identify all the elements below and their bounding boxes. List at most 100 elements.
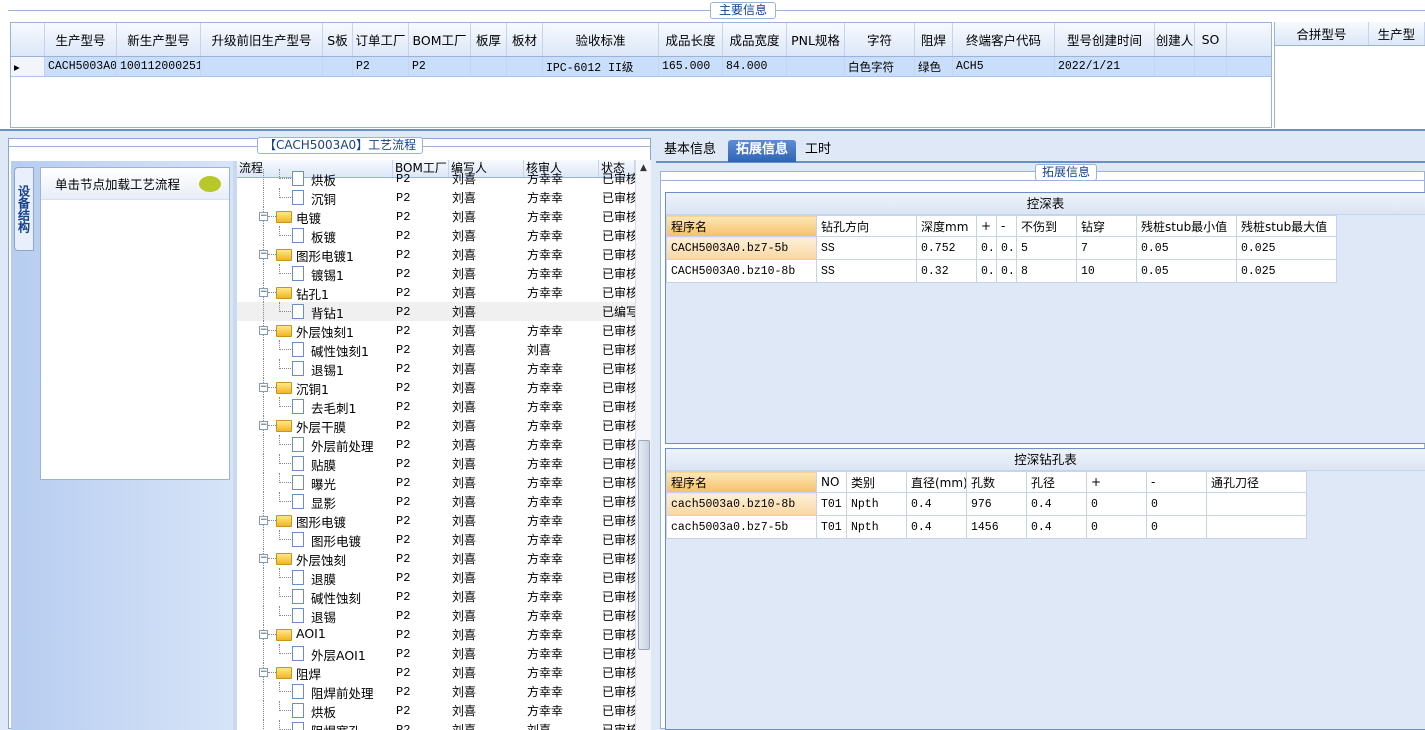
tree-node[interactable]: −图形电镀1 <box>237 245 393 264</box>
table-cell[interactable]: CACH5003A0.bz10-8b <box>667 260 817 283</box>
table-cell[interactable]: 0. <box>977 260 997 283</box>
table-cell[interactable]: Npth <box>847 493 907 516</box>
table-row[interactable]: cach5003a0.bz7-5bT01Npth0.414560.400 <box>667 516 1307 539</box>
main-cell[interactable]: IPC-6012 II级 <box>543 57 659 76</box>
tree-row[interactable]: −钻孔1P2刘喜方幸幸已审核 <box>237 283 635 302</box>
table-col-header[interactable]: 钻孔方向 <box>817 216 917 237</box>
main-col-header[interactable]: 阻焊 <box>915 23 953 56</box>
tab-extended[interactable]: 拓展信息 <box>728 140 796 162</box>
main-cell[interactable]: 2022/1/21 <box>1055 57 1155 76</box>
table-cell[interactable] <box>1207 493 1307 516</box>
table-col-header[interactable]: 通孔刀径 <box>1207 472 1307 493</box>
tree-node[interactable]: 镀锡1 <box>237 264 393 283</box>
table-cell[interactable]: 0 <box>1147 516 1207 539</box>
tree-node[interactable]: −电镀 <box>237 207 393 226</box>
table-cell[interactable]: T01 <box>817 516 847 539</box>
tree-row[interactable]: 烘板P2刘喜方幸幸已审核 <box>237 701 635 720</box>
table-cell[interactable]: 7 <box>1077 237 1137 260</box>
table-col-header[interactable]: 孔径 <box>1027 472 1087 493</box>
table-col-header[interactable]: 孔数 <box>967 472 1027 493</box>
main-cell[interactable]: 84.000 <box>723 57 787 76</box>
tree-node[interactable]: −阻焊 <box>237 663 393 682</box>
main-col-header[interactable]: 成品长度 <box>659 23 723 56</box>
table-cell[interactable]: 0.752 <box>917 237 977 260</box>
collapse-icon[interactable]: − <box>259 212 268 221</box>
main-col-header[interactable]: PNL规格 <box>787 23 845 56</box>
tree-node[interactable]: 退膜 <box>237 568 393 587</box>
tree-node[interactable]: 烘板 <box>237 169 393 188</box>
main-col-header[interactable]: 成品宽度 <box>723 23 787 56</box>
main-cell[interactable]: 绿色 <box>915 57 953 76</box>
tree-node[interactable]: 外层AOI1 <box>237 644 393 663</box>
tree-row[interactable]: −AOI1P2刘喜方幸幸已审核 <box>237 625 635 644</box>
table-cell[interactable]: 0.4 <box>907 516 967 539</box>
process-tree-scrollbar[interactable]: ▲ <box>635 160 651 730</box>
table-cell[interactable]: 5 <box>1017 237 1077 260</box>
tree-node[interactable]: −外层蚀刻 <box>237 549 393 568</box>
table-col-header[interactable]: 深度mm <box>917 216 977 237</box>
main-cell[interactable] <box>1155 57 1195 76</box>
table-col-header[interactable]: 直径(mm) <box>907 472 967 493</box>
tree-row[interactable]: 退膜P2刘喜方幸幸已审核 <box>237 568 635 587</box>
table-cell[interactable]: CACH5003A0.bz7-5b <box>667 237 817 260</box>
collapse-icon[interactable]: − <box>259 668 268 677</box>
main-col-header[interactable]: SO <box>1195 23 1227 56</box>
table-cell[interactable]: 976 <box>967 493 1027 516</box>
tree-row[interactable]: 图形电镀P2刘喜方幸幸已审核 <box>237 530 635 549</box>
table-cell[interactable]: 0. <box>997 260 1017 283</box>
tree-row[interactable]: −图形电镀1P2刘喜方幸幸已审核 <box>237 245 635 264</box>
main-cell[interactable] <box>323 57 353 76</box>
tree-row[interactable]: −电镀P2刘喜方幸幸已审核 <box>237 207 635 226</box>
tree-row[interactable]: 退锡1P2刘喜方幸幸已审核 <box>237 359 635 378</box>
table-cell[interactable]: cach5003a0.bz10-8b <box>667 493 817 516</box>
table-cell[interactable]: T01 <box>817 493 847 516</box>
table-col-header[interactable]: 程序名 <box>667 216 817 237</box>
main-cell[interactable]: ACH5 <box>953 57 1055 76</box>
tree-node[interactable]: 贴膜 <box>237 454 393 473</box>
table-cell[interactable]: SS <box>817 260 917 283</box>
table-cell[interactable]: 0 <box>1087 493 1147 516</box>
main-cell[interactable]: P2 <box>353 57 409 76</box>
collapse-icon[interactable]: − <box>259 421 268 430</box>
collapse-icon[interactable]: − <box>259 326 268 335</box>
main-col-header[interactable]: 订单工厂 <box>353 23 409 56</box>
hole-table[interactable]: 程序名NO类别直径(mm)孔数孔径+-通孔刀径cach5003a0.bz10-8… <box>666 471 1307 539</box>
table-cell[interactable]: SS <box>817 237 917 260</box>
table-cell[interactable]: 0. <box>997 237 1017 260</box>
depth-table[interactable]: 程序名钻孔方向深度mm+-不伤到钻穿残桩stub最小值残桩stub最大值CACH… <box>666 215 1337 283</box>
tree-node[interactable]: 去毛刺1 <box>237 397 393 416</box>
tree-row[interactable]: 烘板P2刘喜方幸幸已审核 <box>237 169 635 188</box>
tree-node[interactable]: 沉铜 <box>237 188 393 207</box>
process-tree-grid[interactable]: 流程BOM工厂编写人核审人状态 烘板P2刘喜方幸幸已审核沉铜P2刘喜方幸幸已审核… <box>237 160 635 730</box>
tree-row[interactable]: −阻焊P2刘喜方幸幸已审核 <box>237 663 635 682</box>
tree-row[interactable]: 贴膜P2刘喜方幸幸已审核 <box>237 454 635 473</box>
tree-row[interactable]: 镀锡1P2刘喜方幸幸已审核 <box>237 264 635 283</box>
main-cell[interactable] <box>471 57 507 76</box>
main-col-header[interactable]: 型号创建时间 <box>1055 23 1155 56</box>
table-row[interactable]: CACH5003A0.bz7-5bSS0.7520.0.570.050.025 <box>667 237 1337 260</box>
tree-row[interactable]: 沉铜P2刘喜方幸幸已审核 <box>237 188 635 207</box>
table-col-header[interactable]: - <box>1147 472 1207 493</box>
table-cell[interactable]: Npth <box>847 516 907 539</box>
main-cell[interactable]: CACH5003A0 <box>45 57 117 76</box>
table-row[interactable]: cach5003a0.bz10-8bT01Npth0.49760.400 <box>667 493 1307 516</box>
collapse-icon[interactable]: − <box>259 554 268 563</box>
main-info-row[interactable]: ▸CACH5003A010011200025134P2P2IPC-6012 II… <box>11 57 1271 77</box>
main-cell[interactable] <box>201 57 323 76</box>
tree-row[interactable]: 外层AOI1P2刘喜方幸幸已审核 <box>237 644 635 663</box>
tree-row[interactable]: 去毛刺1P2刘喜方幸幸已审核 <box>237 397 635 416</box>
table-cell[interactable]: 0.4 <box>1027 516 1087 539</box>
table-cell[interactable]: 0 <box>1087 516 1147 539</box>
tree-node[interactable]: 碱性蚀刻1 <box>237 340 393 359</box>
table-col-header[interactable]: + <box>977 216 997 237</box>
tree-row[interactable]: −沉铜1P2刘喜方幸幸已审核 <box>237 378 635 397</box>
table-cell[interactable]: 0. <box>977 237 997 260</box>
table-row[interactable]: CACH5003A0.bz10-8bSS0.320.0.8100.050.025 <box>667 260 1337 283</box>
main-info-grid[interactable]: 生产型号新生产型号升级前旧生产型号S板订单工厂BOM工厂板厚板材验收标准成品长度… <box>10 22 1272 128</box>
tree-node[interactable]: 图形电镀 <box>237 530 393 549</box>
main-cell[interactable]: 165.000 <box>659 57 723 76</box>
tree-node[interactable]: −外层蚀刻1 <box>237 321 393 340</box>
table-col-header[interactable]: 钻穿 <box>1077 216 1137 237</box>
tree-node[interactable]: 外层前处理 <box>237 435 393 454</box>
tab-basic[interactable]: 基本信息 <box>656 140 724 162</box>
